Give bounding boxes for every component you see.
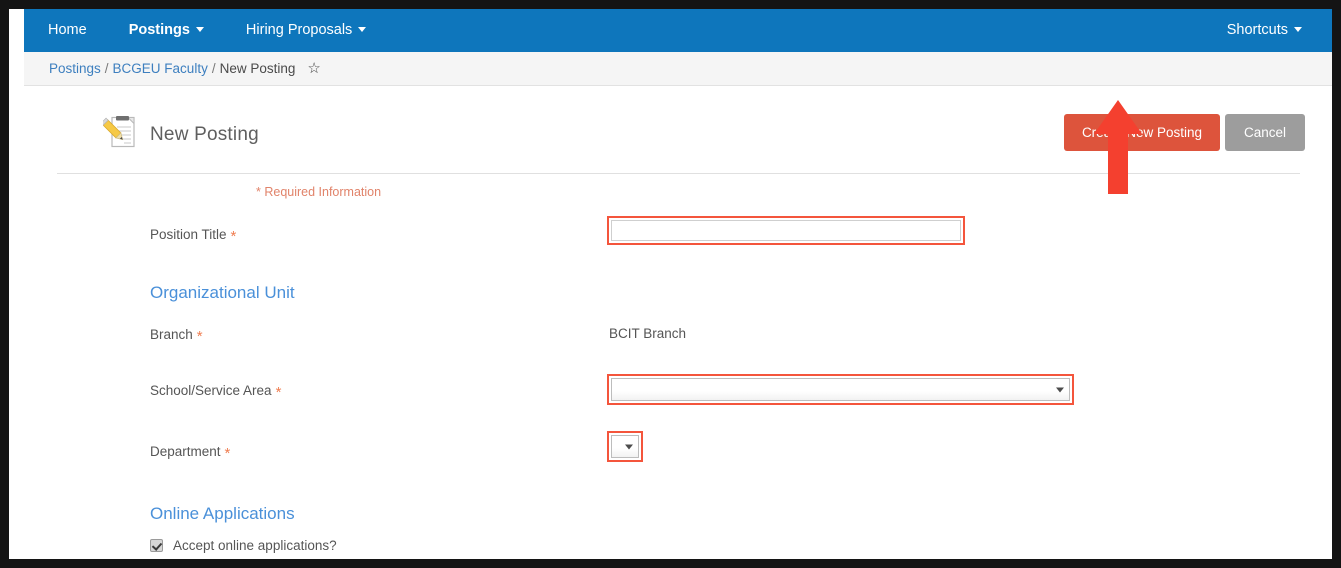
- breadcrumb-item-new-posting: New Posting: [219, 61, 296, 76]
- chevron-down-icon: [1294, 26, 1302, 32]
- nav-item-home[interactable]: Home: [48, 9, 87, 52]
- nav-item-shortcuts[interactable]: Shortcuts: [1227, 9, 1302, 52]
- nav-item-shortcuts-label: Shortcuts: [1226, 22, 1288, 38]
- school-service-area-label-text: School/Service Area: [150, 383, 272, 398]
- page-content: New Posting Create New Posting Cancel * …: [24, 86, 1332, 559]
- breadcrumb: Postings / BCGEU Faculty / New Posting ☆: [24, 52, 1332, 86]
- notepad-pencil-icon: [103, 116, 135, 148]
- browser-viewport: Home Postings Hiring Proposals Shortcuts…: [9, 9, 1332, 559]
- section-heading-organizational-unit: Organizational Unit: [150, 283, 295, 302]
- accept-online-applications-row: Accept online applications?: [150, 538, 337, 553]
- required-asterisk: *: [275, 384, 282, 401]
- nav-item-home-label: Home: [48, 22, 87, 38]
- branch-value: BCIT Branch: [609, 326, 687, 341]
- form-row-branch: Branch * BCIT Branch: [24, 324, 1332, 350]
- school-service-area-select[interactable]: [611, 378, 1070, 401]
- branch-label: Branch *: [150, 326, 203, 345]
- department-highlight: [607, 431, 643, 462]
- required-asterisk: *: [224, 445, 231, 462]
- chevron-down-icon: [625, 444, 633, 449]
- cancel-button[interactable]: Cancel: [1224, 114, 1305, 151]
- branch-label-text: Branch: [150, 327, 193, 342]
- department-label: Department *: [150, 443, 231, 462]
- create-new-posting-button[interactable]: Create New Posting: [1063, 114, 1220, 151]
- breadcrumb-separator: /: [211, 61, 216, 76]
- nav-item-hiring-proposals-label: Hiring Proposals: [245, 22, 353, 38]
- nav-item-postings[interactable]: Postings: [129, 9, 204, 52]
- position-title-highlight: [607, 216, 965, 245]
- position-title-input[interactable]: [611, 220, 961, 241]
- form-row-position-title: Position Title *: [24, 216, 1332, 256]
- position-title-label: Position Title *: [150, 226, 237, 245]
- breadcrumb-item-postings[interactable]: Postings: [49, 61, 101, 76]
- page-title: New Posting: [150, 124, 259, 145]
- school-service-area-highlight: [607, 374, 1074, 405]
- chevron-down-icon: [195, 26, 204, 32]
- required-information-note: * Required Information: [256, 185, 382, 199]
- screenshot-frame: Home Postings Hiring Proposals Shortcuts…: [0, 0, 1341, 568]
- accept-online-applications-label: Accept online applications?: [173, 538, 337, 553]
- required-asterisk: *: [196, 328, 203, 345]
- accept-online-applications-checkbox[interactable]: [150, 539, 163, 552]
- position-title-label-text: Position Title: [150, 227, 227, 242]
- header-divider: [57, 173, 1300, 174]
- school-service-area-label: School/Service Area *: [150, 382, 282, 401]
- nav-item-postings-label: Postings: [128, 22, 190, 38]
- form-row-school-service-area: School/Service Area *: [24, 374, 1332, 408]
- section-heading-online-applications: Online Applications: [150, 504, 295, 523]
- required-asterisk: *: [230, 228, 237, 245]
- chevron-down-icon: [1056, 387, 1064, 392]
- page-header: New Posting Create New Posting Cancel: [24, 86, 1332, 173]
- breadcrumb-item-bcgeu-faculty[interactable]: BCGEU Faculty: [113, 61, 208, 76]
- favorite-star-icon[interactable]: ☆: [307, 61, 320, 76]
- department-label-text: Department: [150, 444, 221, 459]
- breadcrumb-separator: /: [104, 61, 109, 76]
- form-row-department: Department *: [24, 431, 1332, 467]
- top-navigation-bar: Home Postings Hiring Proposals Shortcuts: [24, 9, 1332, 52]
- chevron-down-icon: [358, 26, 367, 32]
- nav-item-hiring-proposals[interactable]: Hiring Proposals: [245, 9, 367, 52]
- department-select[interactable]: [611, 435, 639, 458]
